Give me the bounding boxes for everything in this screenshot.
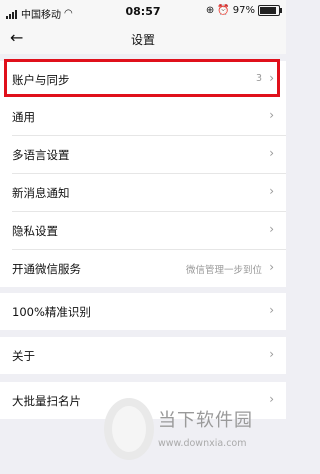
chevron-right-icon: › <box>269 222 274 236</box>
status-right: ⊕ ⏰ 97% <box>205 5 282 16</box>
chevron-right-icon: › <box>269 347 274 361</box>
setting-row-language[interactable]: 多语言设置 › <box>12 136 286 174</box>
chevron-right-icon: › <box>269 146 274 160</box>
lock-rotation-icon: ⊕ <box>205 5 215 16</box>
page-title: 设置 <box>130 33 155 47</box>
settings-group-general: 通用 › 多语言设置 › 新消息通知 › 隐私设置 › 开通微信服务 微信管理一… <box>0 98 286 287</box>
setting-row-privacy[interactable]: 隐私设置 › <box>12 212 286 250</box>
setting-value: 微信管理一步到位 <box>185 265 262 276</box>
setting-row-accurate-recognition[interactable]: 100%精准识别 › <box>12 293 286 330</box>
setting-row-wechat-service[interactable]: 开通微信服务 微信管理一步到位 › <box>12 250 286 287</box>
battery-icon <box>258 5 282 16</box>
setting-label: 新消息通知 <box>12 186 70 200</box>
settings-group-recognition: 100%精准识别 › <box>0 293 286 330</box>
chevron-right-icon: › <box>269 184 274 198</box>
alarm-icon: ⏰ <box>217 5 230 16</box>
chevron-right-icon: › <box>269 108 274 122</box>
setting-row-general[interactable]: 通用 › <box>12 98 286 136</box>
watermark-url: www.downxia.com <box>158 438 247 449</box>
chevron-right-icon: › <box>269 71 274 85</box>
setting-label: 100%精准识别 <box>12 305 91 319</box>
setting-row-about[interactable]: 关于 › <box>12 337 286 374</box>
setting-label: 大批量扫名片 <box>12 394 81 408</box>
setting-label: 账户与同步 <box>12 73 70 87</box>
nav-bar: ← 设置 <box>0 24 286 54</box>
setting-value: 3 <box>255 73 262 84</box>
battery-label: 97% <box>232 5 255 16</box>
settings-group-about: 关于 › <box>0 337 286 374</box>
setting-label: 通用 <box>12 110 35 124</box>
status-bar: 中国移动 ◠ 08:57 ⊕ ⏰ 97% <box>0 0 286 24</box>
setting-label: 开通微信服务 <box>12 262 81 276</box>
setting-label: 多语言设置 <box>12 148 70 162</box>
chevron-right-icon: › <box>269 303 274 317</box>
battery-fill <box>260 7 277 14</box>
watermark-logo-icon <box>104 398 154 460</box>
setting-label: 隐私设置 <box>12 224 58 238</box>
setting-row-account-sync[interactable]: 账户与同步 3 › <box>12 61 286 98</box>
setting-row-notifications[interactable]: 新消息通知 › <box>12 174 286 212</box>
settings-group-account: 账户与同步 3 › <box>0 61 286 98</box>
watermark-brand: 当下软件园 <box>158 410 253 431</box>
watermark: 当下软件园 www.downxia.com <box>104 398 282 468</box>
chevron-right-icon: › <box>269 260 274 274</box>
setting-label: 关于 <box>12 349 35 363</box>
